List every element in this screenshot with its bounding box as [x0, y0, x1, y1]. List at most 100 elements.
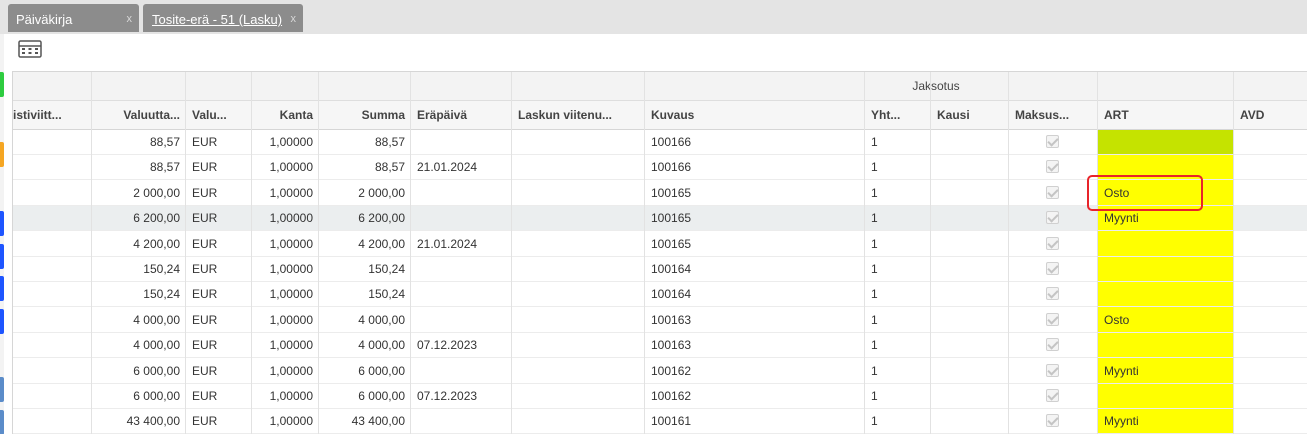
cell-erapaiva[interactable] [410, 206, 511, 231]
cell-yht[interactable]: 1 [864, 409, 930, 434]
cell-erapaiva[interactable]: 21.01.2024 [410, 232, 511, 257]
side-marker-orange[interactable] [0, 142, 4, 167]
cell-kuvaus[interactable]: 100165 [644, 232, 864, 257]
tab-paivakirja[interactable]: Päiväkirja x [8, 4, 139, 32]
cell-yht[interactable]: 1 [864, 282, 930, 307]
cell-valu[interactable]: EUR [185, 181, 251, 206]
cell-summa[interactable]: 4 200,00 [318, 232, 410, 257]
cell-valuutta[interactable]: 150,24 [91, 282, 185, 307]
cell-valuutta[interactable]: 88,57 [91, 130, 185, 155]
column-header[interactable]: Valu... [185, 101, 251, 130]
cell-valuutta[interactable]: 150,24 [91, 257, 185, 282]
cell-yht[interactable]: 1 [864, 257, 930, 282]
cell-summa[interactable]: 6 200,00 [318, 206, 410, 231]
cell-valuutta[interactable]: 4 000,00 [91, 308, 185, 333]
cell-art[interactable] [1097, 232, 1233, 257]
cell-erapaiva[interactable] [410, 308, 511, 333]
cell-kanta[interactable]: 1,00000 [251, 130, 318, 155]
cell-summa[interactable]: 43 400,00 [318, 409, 410, 434]
column-header[interactable]: istiviitt... [13, 101, 91, 130]
cell-valu[interactable]: EUR [185, 257, 251, 282]
cell-erapaiva[interactable] [410, 130, 511, 155]
cell-kuvaus[interactable]: 100161 [644, 409, 864, 434]
cell-valuutta[interactable]: 2 000,00 [91, 181, 185, 206]
cell-valu[interactable]: EUR [185, 282, 251, 307]
tab-tosite-era[interactable]: Tosite-erä - 51 (Lasku) x [143, 4, 303, 32]
cell-erapaiva[interactable]: 21.01.2024 [410, 155, 511, 180]
side-marker-steel[interactable] [0, 377, 4, 402]
close-icon[interactable]: x [127, 13, 133, 25]
side-marker-steel[interactable] [0, 410, 4, 434]
table-row[interactable]: 6 000,00 EUR 1,00000 6 000,00 07.12.2023 1001… [13, 384, 1307, 409]
cell-kuvaus[interactable]: 100162 [644, 359, 864, 384]
column-header[interactable]: Maksus... [1008, 101, 1097, 130]
cell-art[interactable]: Myynti [1097, 409, 1233, 434]
cell-valuutta[interactable]: 4 000,00 [91, 333, 185, 358]
maksus-checkbox[interactable] [1046, 338, 1059, 351]
column-header[interactable]: Kanta [251, 101, 318, 130]
cell-kuvaus[interactable]: 100163 [644, 308, 864, 333]
cell-valuutta[interactable]: 6 000,00 [91, 384, 185, 409]
cell-kuvaus[interactable]: 100165 [644, 206, 864, 231]
cell-kuvaus[interactable]: 100163 [644, 333, 864, 358]
cell-valu[interactable]: EUR [185, 232, 251, 257]
cell-valuutta[interactable]: 43 400,00 [91, 409, 185, 434]
column-header[interactable]: Eräpäivä [410, 101, 511, 130]
cell-yht[interactable]: 1 [864, 130, 930, 155]
cell-kuvaus[interactable]: 100165 [644, 181, 864, 206]
cell-kuvaus[interactable]: 100166 [644, 130, 864, 155]
cell-kanta[interactable]: 1,00000 [251, 359, 318, 384]
table-row[interactable]: 6 000,00 EUR 1,00000 6 000,00 100162 1 Myynti [13, 359, 1307, 384]
cell-erapaiva[interactable] [410, 257, 511, 282]
cell-art[interactable] [1097, 257, 1233, 282]
cell-yht[interactable]: 1 [864, 206, 930, 231]
cell-kuvaus[interactable]: 100162 [644, 384, 864, 409]
cell-yht[interactable]: 1 [864, 333, 930, 358]
cell-art[interactable] [1097, 384, 1233, 409]
cell-erapaiva[interactable] [410, 409, 511, 434]
side-marker-blue[interactable] [0, 276, 4, 301]
cell-erapaiva[interactable] [410, 282, 511, 307]
cell-yht[interactable]: 1 [864, 308, 930, 333]
cell-erapaiva[interactable]: 07.12.2023 [410, 384, 511, 409]
maksus-checkbox[interactable] [1046, 160, 1059, 173]
maksus-checkbox[interactable] [1046, 262, 1059, 275]
cell-art[interactable] [1097, 282, 1233, 307]
cell-kanta[interactable]: 1,00000 [251, 409, 318, 434]
cell-yht[interactable]: 1 [864, 232, 930, 257]
cell-summa[interactable]: 2 000,00 [318, 181, 410, 206]
table-row[interactable]: 4 000,00 EUR 1,00000 4 000,00 100163 1 Osto [13, 308, 1307, 333]
cell-art[interactable] [1097, 130, 1233, 155]
maksus-checkbox[interactable] [1046, 237, 1059, 250]
cell-kanta[interactable]: 1,00000 [251, 257, 318, 282]
cell-kuvaus[interactable]: 100164 [644, 282, 864, 307]
maksus-checkbox[interactable] [1046, 186, 1059, 199]
cell-summa[interactable]: 6 000,00 [318, 384, 410, 409]
cell-valuutta[interactable]: 6 000,00 [91, 359, 185, 384]
column-header[interactable]: Summa [318, 101, 410, 130]
cell-yht[interactable]: 1 [864, 359, 930, 384]
cell-valu[interactable]: EUR [185, 333, 251, 358]
cell-summa[interactable]: 150,24 [318, 257, 410, 282]
cell-valu[interactable]: EUR [185, 308, 251, 333]
maksus-checkbox[interactable] [1046, 414, 1059, 427]
column-header[interactable]: Laskun viitenu... [511, 101, 644, 130]
cell-kanta[interactable]: 1,00000 [251, 232, 318, 257]
cell-kanta[interactable]: 1,00000 [251, 181, 318, 206]
cell-valu[interactable]: EUR [185, 155, 251, 180]
cell-summa[interactable]: 4 000,00 [318, 308, 410, 333]
cell-erapaiva[interactable] [410, 181, 511, 206]
table-row[interactable]: 88,57 EUR 1,00000 88,57 100166 1 [13, 130, 1307, 155]
column-header[interactable]: AVD [1233, 101, 1307, 130]
cell-summa[interactable]: 4 000,00 [318, 333, 410, 358]
cell-art[interactable]: Myynti [1097, 359, 1233, 384]
cell-valu[interactable]: EUR [185, 359, 251, 384]
cell-kanta[interactable]: 1,00000 [251, 308, 318, 333]
cell-valuutta[interactable]: 88,57 [91, 155, 185, 180]
column-header[interactable]: Valuutta... [91, 101, 185, 130]
table-row[interactable]: 43 400,00 EUR 1,00000 43 400,00 100161 1 Myynt… [13, 409, 1307, 434]
table-row[interactable]: 150,24 EUR 1,00000 150,24 100164 1 [13, 257, 1307, 282]
cell-summa[interactable]: 88,57 [318, 155, 410, 180]
cell-kuvaus[interactable]: 100166 [644, 155, 864, 180]
cell-yht[interactable]: 1 [864, 181, 930, 206]
